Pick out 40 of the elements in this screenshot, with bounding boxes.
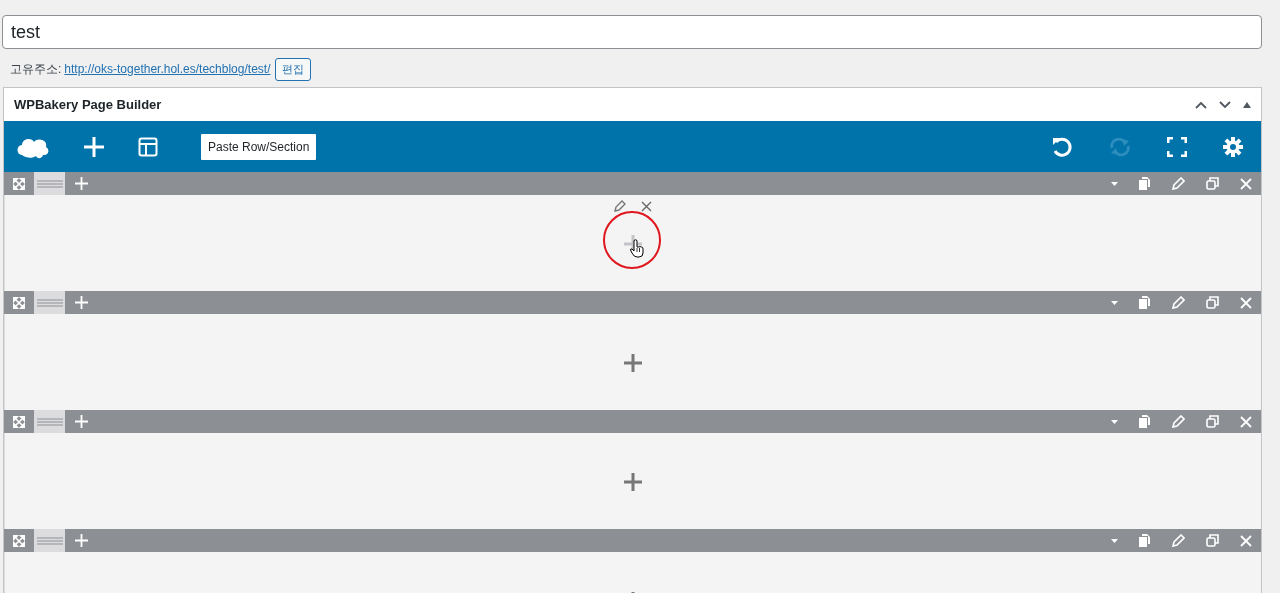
undo-icon[interactable] xyxy=(1051,135,1073,158)
lines-icon xyxy=(36,536,63,545)
caret-icon[interactable] xyxy=(1111,538,1118,543)
clone-icon[interactable] xyxy=(1206,415,1219,428)
clone-icon[interactable] xyxy=(1206,177,1219,190)
expand-icon[interactable] xyxy=(13,177,25,190)
drag-handle[interactable] xyxy=(34,172,65,195)
copy-icon[interactable] xyxy=(1139,534,1151,547)
triangle-up-icon[interactable] xyxy=(1243,101,1251,108)
copy-icon[interactable] xyxy=(1139,177,1151,190)
caret-icon[interactable] xyxy=(1111,419,1118,424)
panel-title: WPBakery Page Builder xyxy=(14,97,162,112)
lines-icon xyxy=(36,417,63,426)
expand-icon[interactable] xyxy=(13,415,25,428)
lines-icon xyxy=(36,298,63,307)
hand-cursor-icon xyxy=(630,239,644,258)
drag-handle[interactable] xyxy=(34,529,65,552)
drag-handle[interactable] xyxy=(34,291,65,314)
caret-icon[interactable] xyxy=(1111,300,1118,305)
close-icon[interactable] xyxy=(641,200,652,212)
permalink-label: 고유주소: xyxy=(10,60,62,78)
edit-button[interactable]: 편집 xyxy=(275,57,312,81)
drag-handle[interactable] xyxy=(34,410,65,433)
title-field[interactable]: test xyxy=(2,15,1262,49)
fullscreen-icon[interactable] xyxy=(1167,136,1187,157)
paste-button[interactable]: Paste Row/Section xyxy=(201,133,317,160)
chevron-up-icon[interactable] xyxy=(1195,100,1207,109)
pencil-icon[interactable] xyxy=(614,200,626,212)
copy-icon[interactable] xyxy=(1139,415,1151,428)
chevron-down-icon[interactable] xyxy=(1219,100,1231,109)
permalink-link[interactable]: http://oks-together.hol.es/techblog/test/ xyxy=(64,62,271,76)
expand-icon[interactable] xyxy=(13,296,25,309)
caret-icon[interactable] xyxy=(1111,181,1118,186)
lines-icon xyxy=(36,179,63,188)
clone-icon[interactable] xyxy=(1206,534,1219,547)
copy-icon[interactable] xyxy=(1139,296,1151,309)
settings-icon[interactable] xyxy=(1223,136,1243,157)
layout-icon[interactable] xyxy=(138,136,158,157)
clone-icon[interactable] xyxy=(1206,296,1219,309)
expand-icon[interactable] xyxy=(13,534,25,547)
